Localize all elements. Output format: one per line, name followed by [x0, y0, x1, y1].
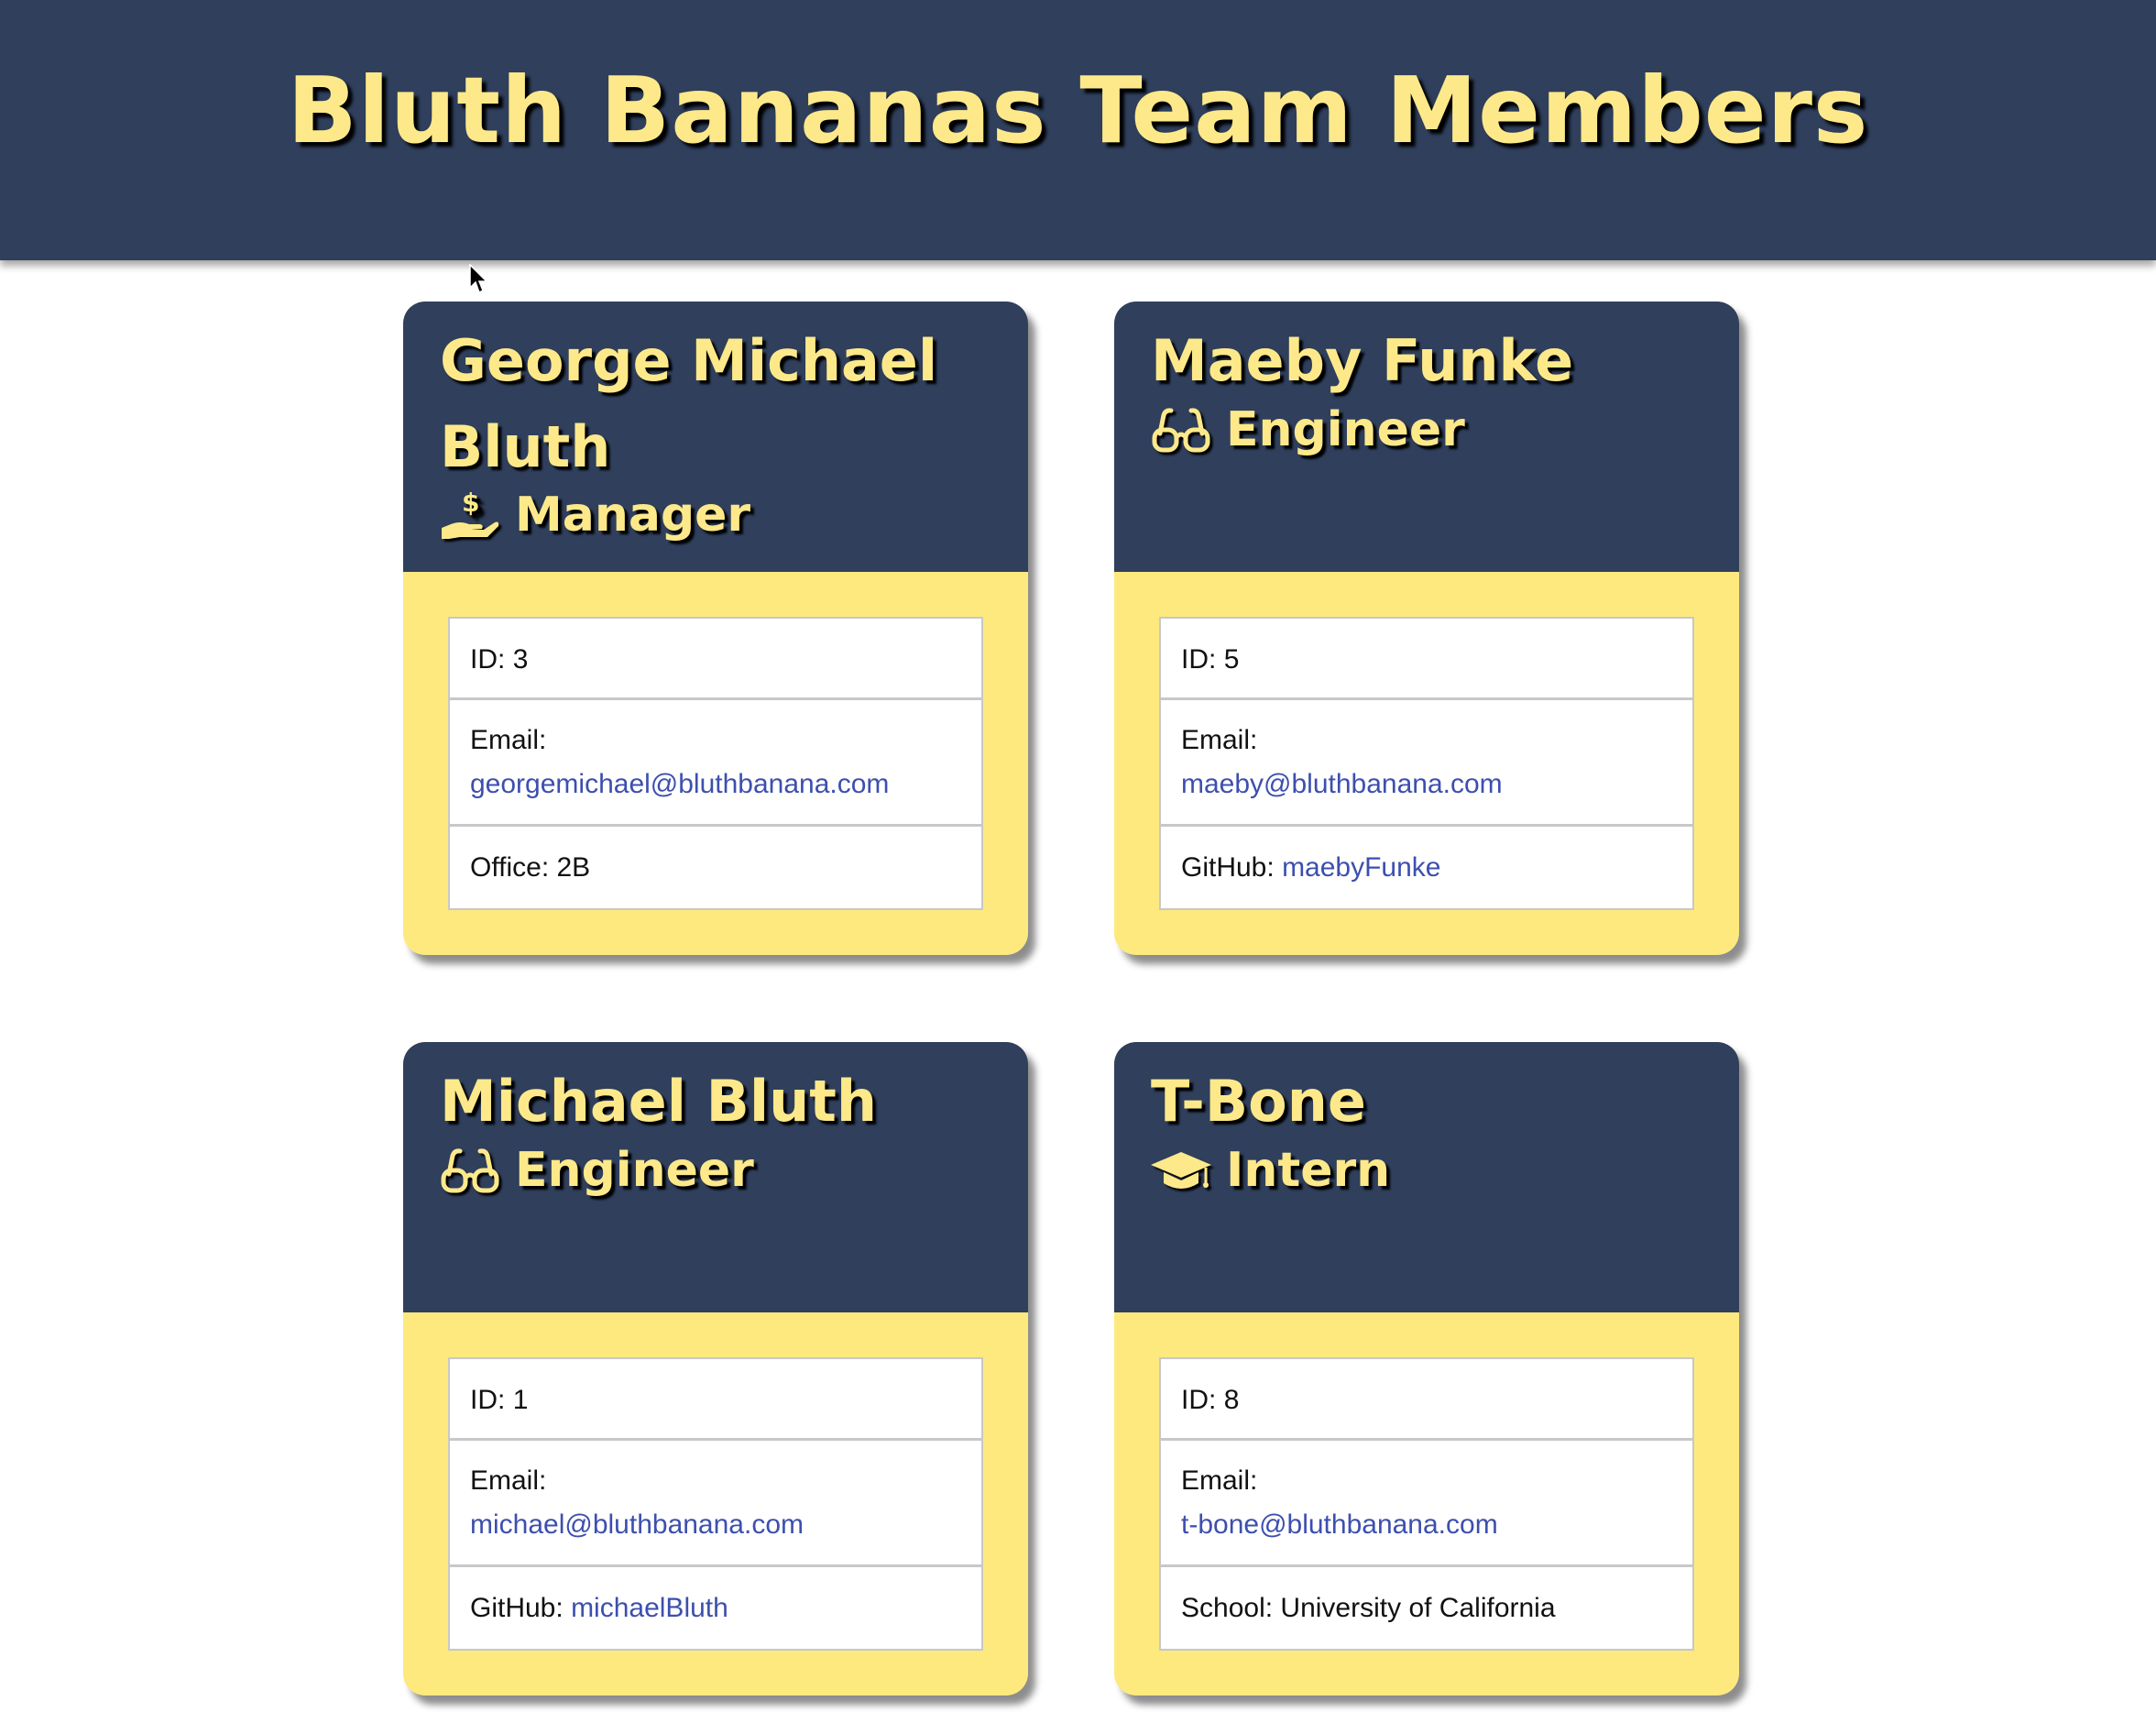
github-link[interactable]: michaelBluth	[571, 1593, 728, 1623]
office-value: 2B	[556, 852, 591, 883]
id-row: ID: 1	[450, 1359, 981, 1441]
id-label: ID:	[470, 644, 506, 675]
glasses-icon	[438, 1143, 502, 1198]
employee-card: Michael Bluth Engineer ID: 1 Email: mich…	[403, 1042, 1028, 1696]
employee-role: Engineer	[1149, 393, 1465, 466]
info-list: ID: 3 Email: georgemichael@bluthbanana.c…	[448, 617, 983, 910]
id-value: 3	[512, 644, 529, 675]
github-row: GitHub: michaelBluth	[450, 1567, 981, 1649]
email-label: Email:	[1181, 725, 1258, 755]
card-header: Michael Bluth Engineer	[403, 1042, 1028, 1312]
github-row: GitHub: maebyFunke	[1161, 827, 1692, 908]
email-row: Email: t-bone@bluthbanana.com	[1161, 1441, 1692, 1567]
employee-role: Intern	[1149, 1134, 1390, 1207]
office-row: Office: 2B	[450, 827, 981, 908]
office-label: Office:	[470, 852, 550, 883]
id-value: 5	[1223, 644, 1240, 675]
card-header: George Michael Bluth $ Manager	[403, 302, 1028, 572]
role-label: Intern	[1226, 1143, 1391, 1198]
card-body: ID: 1 Email: michael@bluthbanana.com Git…	[403, 1312, 1028, 1696]
email-row: Email: georgemichael@bluthbanana.com	[450, 700, 981, 827]
github-label: GitHub:	[1181, 852, 1275, 883]
id-value: 8	[1223, 1385, 1240, 1415]
role-label: Engineer	[515, 1143, 754, 1198]
email-link[interactable]: michael@bluthbanana.com	[470, 1509, 804, 1540]
email-row: Email: maeby@bluthbanana.com	[1161, 700, 1692, 827]
card-body: ID: 8 Email: t-bone@bluthbanana.com Scho…	[1114, 1312, 1739, 1696]
id-row: ID: 3	[450, 619, 981, 700]
employee-name: Michael Bluth	[440, 1068, 877, 1135]
card-header: Maeby Funke Engineer	[1114, 302, 1739, 572]
employee-card: Maeby Funke Engineer ID: 5 Email: maeby@…	[1114, 302, 1739, 955]
email-row: Email: michael@bluthbanana.com	[450, 1441, 981, 1567]
email-label: Email:	[1181, 1465, 1258, 1496]
svg-text:$: $	[462, 488, 479, 518]
card-body: ID: 5 Email: maeby@bluthbanana.com GitHu…	[1114, 572, 1739, 955]
employee-name: Maeby Funke	[1151, 327, 1574, 394]
id-value: 1	[512, 1385, 529, 1415]
page-header: Bluth Bananas Team Members	[0, 0, 2156, 260]
info-list: ID: 8 Email: t-bone@bluthbanana.com Scho…	[1159, 1357, 1694, 1651]
role-label: Engineer	[1226, 402, 1465, 457]
employee-card: George Michael Bluth $ Manager ID: 3 Ema…	[403, 302, 1028, 955]
employee-name: T-Bone	[1151, 1068, 1366, 1135]
employee-card: T-Bone Intern ID: 8 Email: t-bone@bluthb…	[1114, 1042, 1739, 1696]
page-title: Bluth Bananas Team Members	[287, 57, 1869, 164]
github-link[interactable]: maebyFunke	[1282, 852, 1440, 883]
id-row: ID: 5	[1161, 619, 1692, 700]
id-row: ID: 8	[1161, 1359, 1692, 1441]
email-link[interactable]: maeby@bluthbanana.com	[1181, 769, 1503, 799]
email-label: Email:	[470, 1465, 547, 1496]
id-label: ID:	[1181, 1385, 1217, 1415]
employee-name: George Michael Bluth	[440, 327, 938, 480]
employee-role: $ Manager	[438, 478, 750, 552]
email-label: Email:	[470, 725, 547, 755]
employee-role: Engineer	[438, 1134, 754, 1207]
hand-holding-usd-icon: $	[438, 488, 502, 543]
card-body: ID: 3 Email: georgemichael@bluthbanana.c…	[403, 572, 1028, 955]
glasses-icon	[1149, 402, 1213, 457]
graduation-cap-icon	[1149, 1143, 1213, 1198]
school-row: School: University of California	[1161, 1567, 1692, 1649]
info-list: ID: 5 Email: maeby@bluthbanana.com GitHu…	[1159, 617, 1694, 910]
role-label: Manager	[515, 488, 751, 543]
github-label: GitHub:	[470, 1593, 564, 1623]
school-label: School:	[1181, 1593, 1274, 1623]
id-label: ID:	[1181, 644, 1217, 675]
email-link[interactable]: georgemichael@bluthbanana.com	[470, 769, 889, 799]
info-list: ID: 1 Email: michael@bluthbanana.com Git…	[448, 1357, 983, 1651]
email-link[interactable]: t-bone@bluthbanana.com	[1181, 1509, 1498, 1540]
mouse-cursor-icon	[469, 263, 489, 299]
id-label: ID:	[470, 1385, 506, 1415]
card-header: T-Bone Intern	[1114, 1042, 1739, 1312]
school-value: University of California	[1280, 1593, 1556, 1623]
